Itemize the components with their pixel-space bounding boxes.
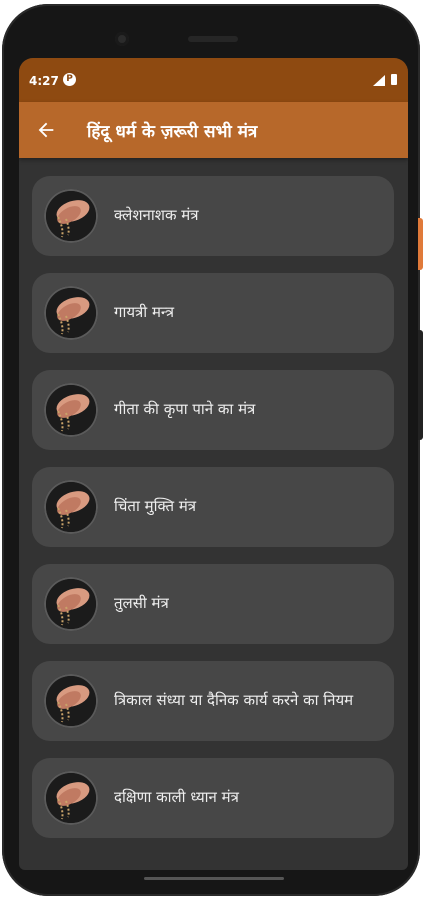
praying-hands-rosary-icon (44, 189, 98, 243)
praying-hands-rosary-icon (44, 480, 98, 534)
list-item-label: क्लेशनाशक मंत्र (114, 206, 199, 224)
app-title: हिंदू धर्म के ज़रूरी सभी मंत्र (87, 122, 258, 142)
praying-hands-rosary-icon (44, 383, 98, 437)
list-item[interactable]: दक्षिणा काली ध्यान मंत्र (32, 758, 394, 838)
power-button (418, 218, 423, 270)
status-bar: 4:27 P (19, 58, 408, 102)
list-item-label: तुलसी मंत्र (114, 594, 169, 612)
mantra-list: क्लेशनाशक मंत्र गायत्री मन्त्र गीता की क (32, 176, 394, 855)
phone-frame: 4:27 P हिंदू धर्म के ज़रूरी सभी मंत्र क्… (2, 4, 420, 896)
list-item[interactable]: चिंता मुक्ति मंत्र (32, 467, 394, 547)
praying-hands-rosary-icon (44, 286, 98, 340)
volume-button (418, 330, 423, 440)
notification-icon: P (63, 73, 76, 86)
list-item-label: गायत्री मन्त्र (114, 303, 175, 321)
praying-hands-rosary-icon (44, 674, 98, 728)
list-item[interactable]: त्रिकाल संध्या या दैनिक कार्य करने का नि… (32, 661, 394, 741)
list-item-label: दक्षिणा काली ध्यान मंत्र (114, 788, 239, 806)
front-camera (115, 32, 129, 46)
list-item[interactable]: क्लेशनाशक मंत्र (32, 176, 394, 256)
praying-hands-rosary-icon (44, 771, 98, 825)
list-item[interactable]: तुलसी मंत्र (32, 564, 394, 644)
signal-icon (373, 75, 385, 86)
arrow-left-icon[interactable] (35, 119, 57, 141)
screen: 4:27 P हिंदू धर्म के ज़रूरी सभी मंत्र क्… (19, 58, 408, 870)
list-item-label: त्रिकाल संध्या या दैनिक कार्य करने का नि… (114, 691, 354, 709)
app-bar: हिंदू धर्म के ज़रूरी सभी मंत्र (19, 102, 408, 158)
status-time: 4:27 (29, 74, 59, 88)
list-item-label: गीता की कृपा पाने का मंत्र (114, 400, 256, 418)
battery-icon (391, 74, 397, 85)
list-item-label: चिंता मुक्ति मंत्र (114, 497, 197, 515)
home-indicator (144, 877, 284, 880)
praying-hands-rosary-icon (44, 577, 98, 631)
list-item[interactable]: गीता की कृपा पाने का मंत्र (32, 370, 394, 450)
earpiece-speaker (188, 36, 238, 42)
list-item[interactable]: गायत्री मन्त्र (32, 273, 394, 353)
